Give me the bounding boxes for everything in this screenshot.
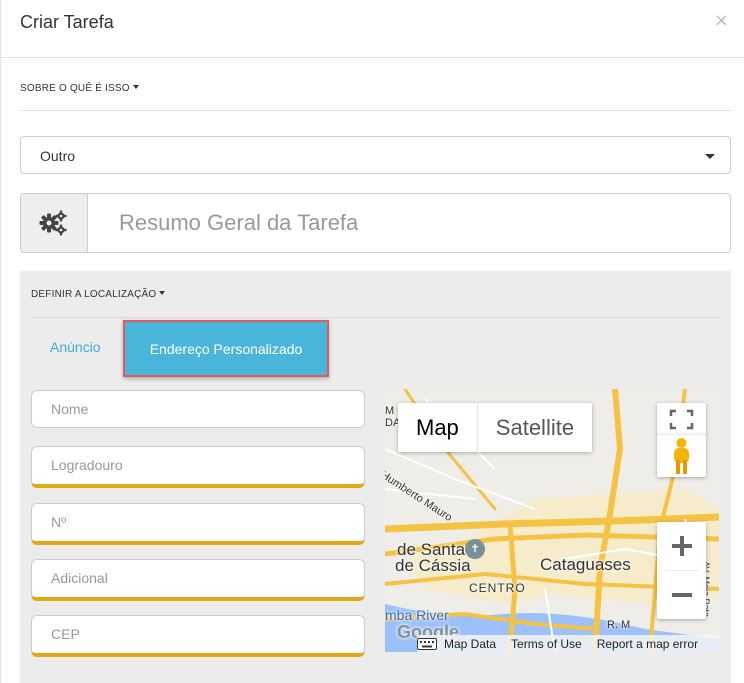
about-dropdown[interactable]: SOBRE O QUÊ É ISSO xyxy=(20,83,139,94)
street-view-pegman[interactable] xyxy=(657,435,706,477)
category-value: Outro xyxy=(40,148,76,164)
map-label-district: CENTRO xyxy=(469,581,526,595)
map-type-satellite-button[interactable]: Satellite xyxy=(478,403,592,452)
zoom-control xyxy=(657,522,706,619)
modal-header: Criar Tarefa × xyxy=(1,0,744,58)
number-field[interactable]: Nº xyxy=(31,503,365,545)
map-label-city: Cataguases xyxy=(540,555,631,574)
street-placeholder: Logradouro xyxy=(51,457,123,473)
map-label-corner3: R. M xyxy=(607,619,631,631)
name-placeholder: Nome xyxy=(51,401,89,417)
location-label: DEFINIR A LOCALIZAÇÃO xyxy=(31,289,157,300)
location-panel: DEFINIR A LOCALIZAÇÃO Anúncio Endereço P… xyxy=(20,271,731,683)
terms-of-use-link[interactable]: Terms of Use xyxy=(511,637,582,651)
tab-ad[interactable]: Anúncio xyxy=(50,339,101,355)
divider xyxy=(31,317,719,318)
number-placeholder: Nº xyxy=(51,514,67,530)
divider xyxy=(20,110,731,111)
summary-input[interactable]: Resumo Geral da Tarefa xyxy=(119,210,358,236)
pegman-icon xyxy=(674,438,689,474)
zoom-in-button[interactable] xyxy=(657,522,706,570)
map-data-link[interactable]: Map Data xyxy=(444,637,496,651)
fullscreen-button[interactable] xyxy=(657,403,706,435)
church-pin-icon: ✝ xyxy=(465,539,485,559)
street-field[interactable]: Logradouro xyxy=(31,446,365,488)
zoom-out-button[interactable] xyxy=(657,571,706,619)
report-map-error-link[interactable]: Report a map error xyxy=(597,637,698,651)
caret-down-icon xyxy=(132,85,139,90)
location-dropdown[interactable]: DEFINIR A LOCALIZAÇÃO xyxy=(31,289,166,300)
map-footer: Map Data Terms of Use Report a map error xyxy=(417,635,719,652)
caret-down-icon xyxy=(705,154,715,159)
extra-field[interactable]: Adicional xyxy=(31,559,365,601)
summary-input-group: Resumo Geral da Tarefa xyxy=(20,193,731,253)
map-type-control: Map Satellite xyxy=(398,403,593,452)
gears-icon xyxy=(21,194,88,252)
minus-icon xyxy=(671,593,692,597)
zip-field[interactable]: CEP xyxy=(31,615,365,657)
create-task-modal: Criar Tarefa × SOBRE O QUÊ É ISSO Outro xyxy=(0,0,744,683)
name-field[interactable]: Nome xyxy=(31,390,365,428)
map-label-river: mba River xyxy=(385,607,449,623)
category-select[interactable]: Outro xyxy=(20,136,731,174)
keyboard-icon[interactable] xyxy=(417,637,437,650)
map-label-corner1: M xyxy=(385,405,395,417)
plus-icon xyxy=(671,536,692,556)
extra-placeholder: Adicional xyxy=(51,570,108,586)
map-label-poi2: de Cássia xyxy=(395,556,471,575)
map[interactable]: M DA Humberto Mauro de Santa de Cássia ✝… xyxy=(385,389,719,652)
fullscreen-icon xyxy=(669,409,694,430)
modal-title: Criar Tarefa xyxy=(20,12,114,32)
map-type-map-button[interactable]: Map xyxy=(398,403,478,452)
close-icon[interactable]: × xyxy=(714,10,729,31)
tab-custom-address[interactable]: Endereço Personalizado xyxy=(123,320,329,377)
zip-placeholder: CEP xyxy=(51,626,80,642)
about-label: SOBRE O QUÊ É ISSO xyxy=(20,83,130,94)
tab-custom-address-label: Endereço Personalizado xyxy=(149,340,303,357)
caret-down-icon xyxy=(159,291,166,296)
